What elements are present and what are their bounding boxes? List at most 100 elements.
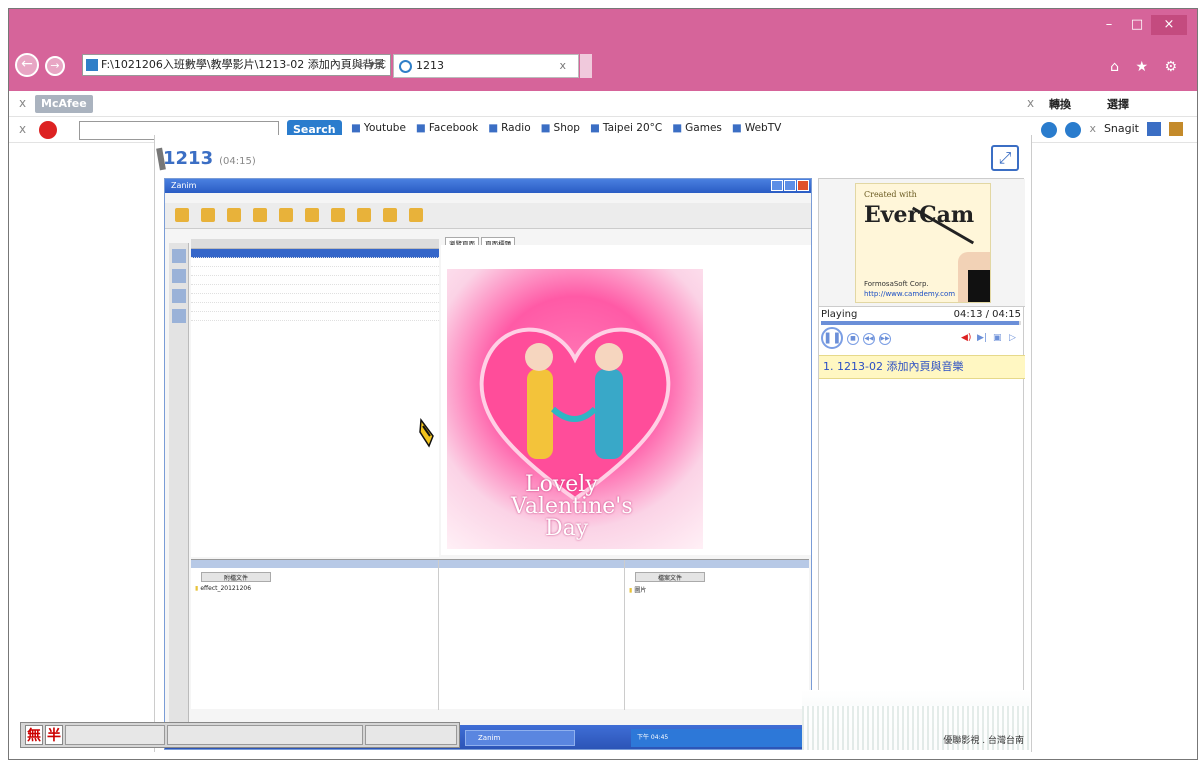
thumb-url[interactable]: http://www.camdemy.com <box>864 290 955 298</box>
games-link[interactable]: Games <box>672 122 722 134</box>
close-button[interactable]: × <box>1151 15 1187 35</box>
grid-row <box>191 294 439 303</box>
blue-search-icon[interactable] <box>1065 122 1082 138</box>
toolbar2-close-right-button[interactable]: x <box>1089 122 1096 138</box>
player-time: 04:13 / 04:15 <box>953 309 1021 320</box>
page-title: 1213 (04:15) <box>163 148 256 169</box>
maximize-button[interactable]: □ <box>1123 15 1151 35</box>
app-preview-pane: Lovely Valentine's Day <box>441 245 811 555</box>
new-tab-button[interactable] <box>580 54 592 78</box>
progress-bar[interactable] <box>821 321 1021 325</box>
home-favorites-settings-icons[interactable]: ⌂ ★ ⚙ <box>1110 59 1183 75</box>
blue-plus-icon[interactable] <box>1041 122 1058 138</box>
forward-icon[interactable]: ▶▶ <box>879 333 891 345</box>
window-controls: – □ × <box>1095 15 1187 35</box>
screen-icon[interactable]: ▣ <box>993 333 1002 343</box>
address-text: F:\1021206入班數學\教學影片\1213-02 添加內頁與背景 <box>101 58 385 71</box>
app-tool-icon <box>279 208 293 222</box>
recorded-video-frame[interactable]: Zanim 瀏覽頁面 頁面標題 Lovely Valentine's Day 附… <box>164 178 812 750</box>
page-footer: 優聯影視 . 台灣台南 <box>802 690 1030 750</box>
ime-toolbar: 無 半 <box>20 722 460 748</box>
app-tool-icon <box>383 208 397 222</box>
player-thumbnail-area: Created with EverCam FormosaSoft Corp. h… <box>819 179 1025 307</box>
youtube-link[interactable]: Youtube <box>351 122 406 134</box>
weather-link[interactable]: Taipei 20°C <box>590 122 662 134</box>
grid-row <box>191 285 439 294</box>
minimize-button[interactable]: – <box>1095 15 1123 35</box>
convert-button[interactable]: 轉換 <box>1049 96 1071 112</box>
tab-title: 1213 <box>416 59 444 72</box>
ime-segment <box>65 725 165 745</box>
pause-icon[interactable]: ❚❚ <box>821 327 843 349</box>
app-tool-icon <box>357 208 371 222</box>
app-tool-icon <box>253 208 267 222</box>
grid-header <box>191 239 439 249</box>
player-status-row: Playing 04:13 / 04:15 <box>821 309 1021 320</box>
app-title-bar: Zanim <box>165 179 811 193</box>
tab-close-button[interactable]: x <box>559 55 566 77</box>
card-line-3: Day <box>545 516 589 541</box>
system-tray: 下午 04:45 <box>631 729 811 747</box>
radio-link[interactable]: Radio <box>488 122 531 134</box>
toolbar-close-right-button[interactable]: x <box>1027 96 1034 110</box>
mcafee-toolbar: x McAfee x 轉換 選擇 <box>9 91 1197 117</box>
card-line-2: Valentine's <box>511 494 633 519</box>
fullscreen-icon[interactable]: ⤢ <box>991 145 1019 171</box>
thumb-line-1: Created with <box>864 190 917 199</box>
app-tool-icon <box>175 208 189 222</box>
playlist-item[interactable]: 1. 1213-02 添加內頁與音樂 <box>819 355 1025 379</box>
select-button[interactable]: 選擇 <box>1107 96 1129 112</box>
snagit-capture-icon[interactable] <box>1147 122 1161 136</box>
toolbar2-right: x Snagit <box>1041 122 1183 138</box>
mcafee-button[interactable]: McAfee <box>35 95 93 113</box>
ime-mode-button[interactable]: 無 <box>25 725 43 745</box>
evercam-thumbnail: Created with EverCam FormosaSoft Corp. h… <box>855 183 991 303</box>
title-bar: ← → F:\1021206入班數學\教學影片\1213-02 添加內頁與背景 … <box>9 9 1197 91</box>
forward-icon[interactable]: → <box>45 56 65 76</box>
toolbar-close-button[interactable]: x <box>19 96 26 110</box>
app-side-icon <box>172 249 186 263</box>
folder-panel: 檔案文件 圖片 <box>625 560 809 710</box>
volume-icon[interactable]: ◀) <box>961 333 971 343</box>
address-tools-icon[interactable]: ⌕ ▾ C <box>360 55 386 75</box>
pointer-icon[interactable]: ▷ <box>1009 333 1016 343</box>
valentine-card-image: Lovely Valentine's Day <box>447 269 703 549</box>
attach-panel: 附檔文件 effect_20121206 <box>191 560 439 710</box>
ime-segment <box>365 725 457 745</box>
thumb-logo: EverCam <box>864 202 975 228</box>
panel-header <box>191 560 438 568</box>
app-minimize-icon <box>771 180 783 191</box>
grid-row <box>191 249 439 258</box>
shop-link[interactable]: Shop <box>541 122 580 134</box>
snagit-button[interactable]: Snagit <box>1104 122 1139 138</box>
app-bottom-panels: 附檔文件 effect_20121206 檔案文件 圖片 <box>191 559 809 710</box>
grid-row <box>191 312 439 321</box>
ime-width-button[interactable]: 半 <box>45 725 63 745</box>
back-icon[interactable]: ← <box>15 53 39 77</box>
video-player: Created with EverCam FormosaSoft Corp. h… <box>818 178 1025 750</box>
app-tool-icon <box>409 208 423 222</box>
app-tool-icon <box>201 208 215 222</box>
footer-text: 優聯影視 . 台灣台南 <box>943 736 1024 746</box>
webtv-link[interactable]: WebTV <box>732 122 782 134</box>
app-side-icon <box>172 309 186 323</box>
folder-button: 檔案文件 <box>635 572 705 582</box>
app-tool-icon <box>305 208 319 222</box>
stop-icon[interactable]: ■ <box>847 333 859 345</box>
sleeve-icon <box>968 270 990 302</box>
app-side-icon <box>172 269 186 283</box>
rewind-icon[interactable]: ◀◀ <box>863 333 875 345</box>
snagit-editor-icon[interactable] <box>1169 122 1183 136</box>
app-close-icon <box>797 180 809 191</box>
tab-1213[interactable]: 1213 x <box>393 54 579 78</box>
card-caption: Lovely Valentine's Day <box>511 474 633 541</box>
address-bar[interactable]: F:\1021206入班數學\教學影片\1213-02 添加內頁與背景 ⌕ ▾ … <box>82 54 391 76</box>
next-chapter-icon[interactable]: ▶| <box>977 333 987 343</box>
app-tool-icon <box>331 208 345 222</box>
page-duration: (04:15) <box>219 156 256 167</box>
toolbar2-close-button[interactable]: x <box>19 122 26 136</box>
facebook-link[interactable]: Facebook <box>416 122 478 134</box>
ask-logo-icon <box>39 121 57 139</box>
grid-row <box>191 267 439 276</box>
ime-segment <box>167 725 363 745</box>
